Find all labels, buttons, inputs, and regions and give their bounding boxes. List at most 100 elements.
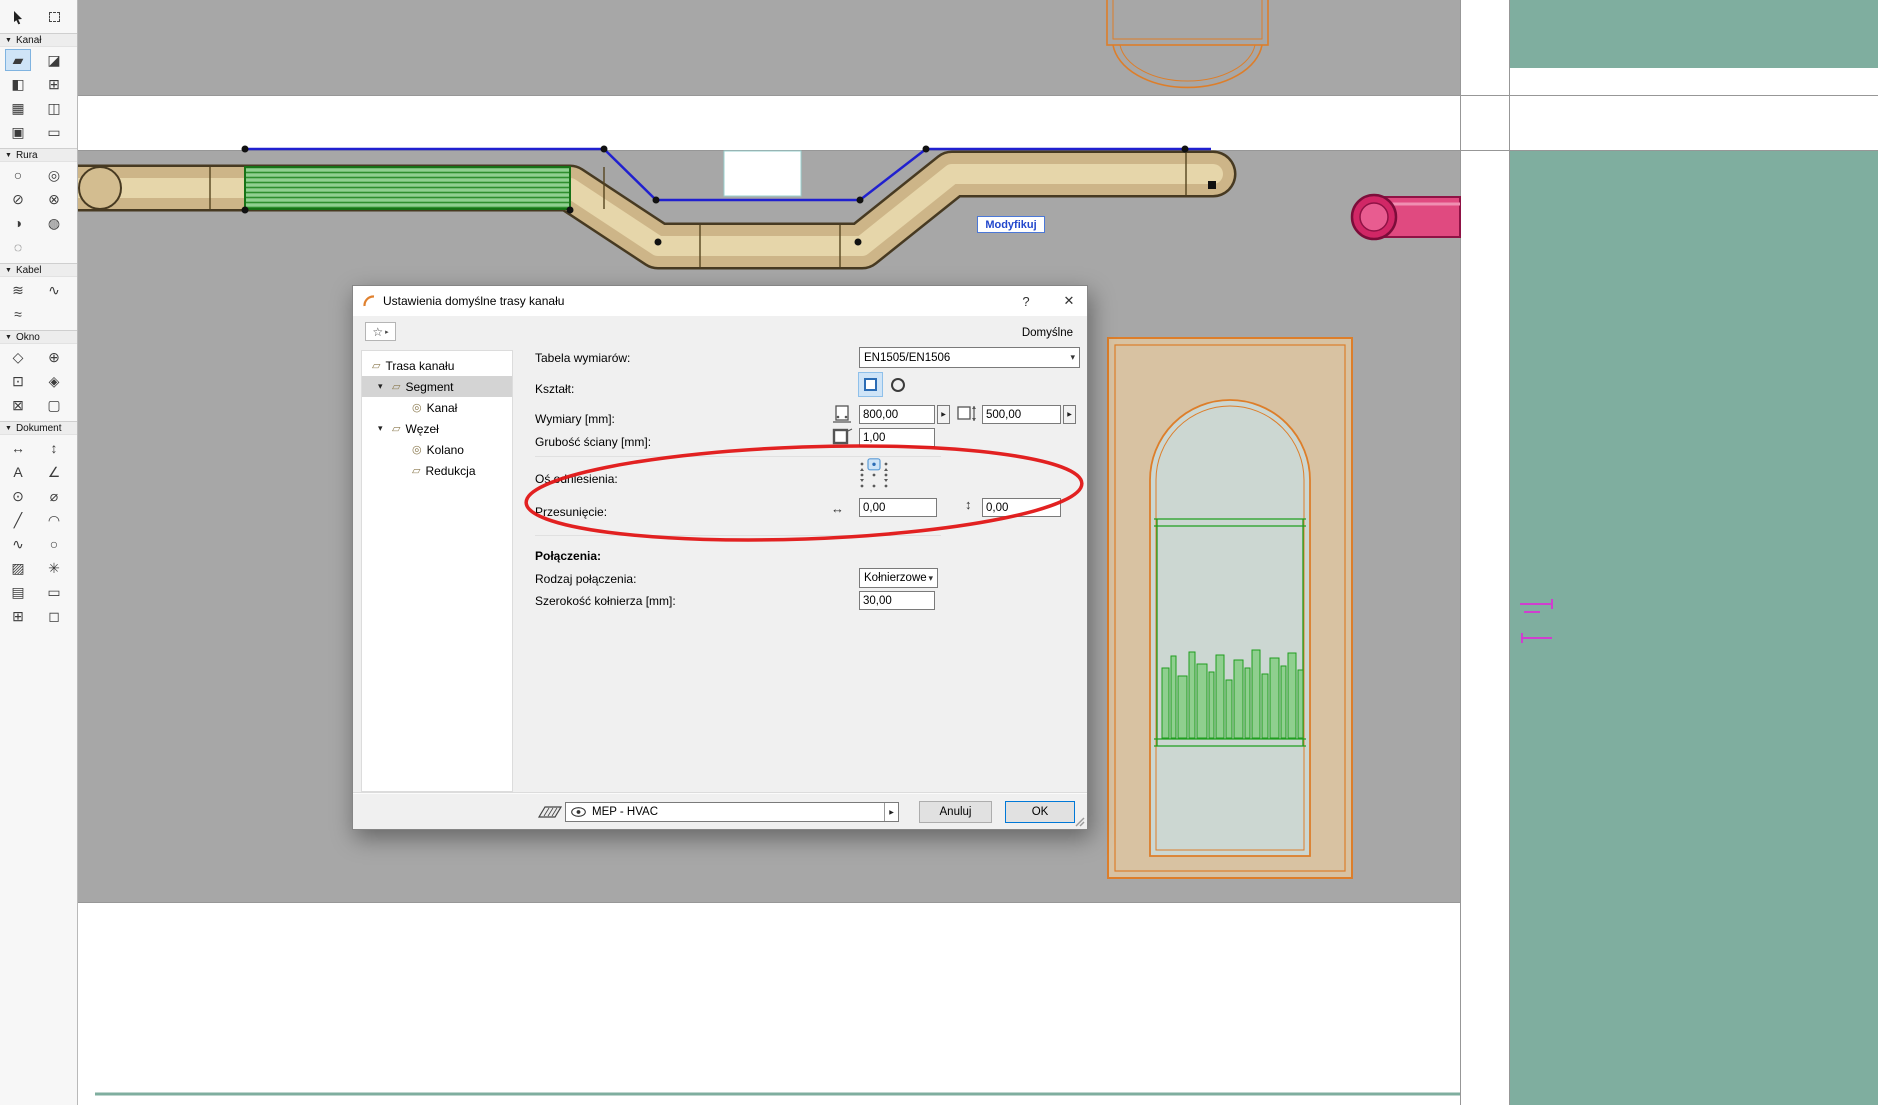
width-input[interactable] (859, 405, 935, 424)
section-kanal[interactable]: ▼ Kanał (0, 33, 77, 47)
resize-grip[interactable] (1074, 816, 1085, 827)
zone-tool-icon[interactable]: ▤ (5, 581, 31, 603)
cancel-button[interactable]: Anuluj (919, 801, 992, 823)
tree-item-wezel[interactable]: ▾ ▱ Węzeł (362, 418, 512, 439)
level-dimension-tool-icon[interactable]: ↕ (41, 437, 67, 459)
fill-tool-icon[interactable]: ▨ (5, 557, 31, 579)
duct-cross-tool-icon[interactable]: ▦ (5, 97, 31, 119)
pipe-transition-tool-icon[interactable]: ◑ (5, 212, 31, 234)
line-tool-icon[interactable]: ╱ (5, 509, 31, 531)
viewport-top[interactable] (78, 0, 1460, 95)
width-flyout-button[interactable]: ▶ (937, 405, 950, 424)
duct-width-icon (833, 405, 851, 423)
angle-dimension-tool-icon[interactable]: ∠ (41, 461, 67, 483)
text-tool-icon[interactable]: A (5, 461, 31, 483)
magenta-pipe[interactable] (1350, 193, 1461, 241)
layer-combo[interactable]: MEP - HVAC ▶ (565, 802, 899, 822)
patch-tool-icon[interactable]: ◻ (41, 605, 67, 627)
duct-transition-tool-icon[interactable]: ◫ (41, 97, 67, 119)
pipe-tool-icon[interactable]: ○ (5, 164, 31, 186)
duct-tool-icon[interactable]: ▰ (5, 49, 31, 71)
cabletray-riser-tool-icon[interactable]: ≈ (5, 303, 31, 325)
toolbox-sidebar: ▼ Kanał ▰ ◪ ◧ ⊞ ▦ ◫ ▣ ▭ ▼ Rura ○ ◎ ⊘ ⊗ ◑… (0, 0, 78, 1105)
tree-item-segment[interactable]: ▾ ▱ Segment (362, 376, 512, 397)
pipe-end-fitting[interactable] (78, 166, 122, 210)
reference-axis-selector[interactable] (855, 458, 893, 492)
star-tool-icon[interactable]: ✳ (41, 557, 67, 579)
wall-thickness-input[interactable] (859, 428, 935, 447)
pipe-takeoff-tool-icon[interactable]: ⊗ (41, 188, 67, 210)
chevron-down-icon: ▼ (5, 266, 12, 274)
shape-label: Kształt: (535, 382, 575, 396)
pipe-endcap-tool-icon[interactable]: ◌ (5, 236, 31, 258)
cursor-icon (14, 10, 22, 24)
chevron-down-icon: ▼ (5, 424, 12, 432)
duct-takeoff-tool-icon[interactable]: ⊞ (41, 73, 67, 95)
selected-duct-segment[interactable] (244, 166, 571, 210)
figure-tool-icon[interactable]: ▭ (41, 581, 67, 603)
height-flyout-button[interactable]: ▶ (1063, 405, 1076, 424)
pipe-valve-tool-icon[interactable]: ◍ (41, 212, 67, 234)
expand-arrow-icon[interactable]: ▾ (378, 381, 383, 392)
section-rura[interactable]: ▼ Rura (0, 148, 77, 162)
height-input[interactable] (982, 405, 1061, 424)
ok-button[interactable]: OK (1005, 801, 1075, 823)
vertical-offset-icon: ↕ (965, 497, 972, 512)
section-okno[interactable]: ▼ Okno (0, 330, 77, 344)
door-elevation[interactable] (1107, 337, 1353, 879)
dimension-tool-icon[interactable]: ↔ (5, 437, 31, 459)
selection-box[interactable] (723, 150, 802, 197)
section-dokument[interactable]: ▼ Dokument (0, 421, 77, 435)
arc-tool-icon[interactable]: ◠ (41, 509, 67, 531)
footer-separator (353, 792, 1087, 794)
pipe-bend-tool-icon[interactable]: ◎ (41, 164, 67, 186)
duct-route-icon: ▱ (372, 360, 381, 372)
cabletray-tool-icon[interactable]: ≋ (5, 279, 31, 301)
dimension-table-select[interactable]: EN1505/EN1506 ▾ (859, 347, 1080, 368)
favorites-button[interactable]: ☆ ▸ (365, 322, 396, 341)
wall-thickness-icon (832, 428, 853, 445)
duct-bend-tool-icon[interactable]: ◪ (41, 49, 67, 71)
right-panel-top[interactable] (1510, 0, 1878, 68)
offset-y-input[interactable] (982, 498, 1061, 517)
sketch-tool-icon[interactable]: ⊠ (5, 394, 31, 416)
pipe-tee-tool-icon[interactable]: ⊘ (5, 188, 31, 210)
expand-arrow-icon[interactable]: ▾ (378, 423, 383, 434)
camera-tool-icon[interactable]: ▢ (41, 394, 67, 416)
right-panel-main[interactable] (1510, 150, 1878, 1105)
reference-axis-label: Oś odniesienia: (535, 472, 618, 486)
flange-width-input[interactable] (859, 591, 935, 610)
circle-shape-button[interactable] (886, 373, 909, 396)
section-kabel[interactable]: ▼ Kabel (0, 263, 77, 277)
detail-tool-icon[interactable]: ◈ (41, 370, 67, 392)
marquee-tool-icon[interactable] (41, 6, 67, 28)
duct-offset-tool-icon[interactable]: ▣ (5, 121, 31, 143)
connection-type-select[interactable]: Kołnierzowe ▾ (859, 568, 938, 588)
dialog-titlebar[interactable]: Ustawienia domyślne trasy kanału ? ✕ (353, 286, 1087, 316)
tree-item-redukcja[interactable]: ▱ Redukcja (362, 460, 512, 481)
hotspot-tool-icon[interactable]: ⊡ (5, 370, 31, 392)
layer-flyout-icon[interactable]: ▶ (884, 803, 898, 821)
duct-endcap-tool-icon[interactable]: ▭ (41, 121, 67, 143)
tree-item-kolano[interactable]: ◎ Kolano (362, 439, 512, 460)
tree-item-trasa-kanalu[interactable]: ▱ Trasa kanału (362, 355, 512, 376)
diameter-dimension-tool-icon[interactable]: ⌀ (41, 485, 67, 507)
application-window: Modyfikuj ▼ Kanał ▰ ◪ ◧ ⊞ ▦ ◫ ▣ ▭ ▼ Rura… (0, 0, 1878, 1105)
tree-item-kanal[interactable]: ◎ Kanał (362, 397, 512, 418)
help-button[interactable]: ? (1008, 286, 1044, 316)
grid-marker-tool-icon[interactable]: ◇ (5, 346, 31, 368)
duct-tee-tool-icon[interactable]: ◧ (5, 73, 31, 95)
star-icon: ☆ (372, 324, 384, 339)
arrow-tool-icon[interactable] (5, 6, 31, 28)
rect-shape-button[interactable] (858, 372, 883, 397)
label-tool-icon[interactable]: ⊙ (5, 485, 31, 507)
modify-button[interactable]: Modyfikuj (977, 216, 1045, 233)
offset-x-input[interactable] (859, 498, 937, 517)
spline-tool-icon[interactable]: ∿ (5, 533, 31, 555)
cabletray-bend-tool-icon[interactable]: ∿ (41, 279, 67, 301)
rotated-grid-tool-icon[interactable]: ⊕ (41, 346, 67, 368)
drawing-tool-icon[interactable]: ⊞ (5, 605, 31, 627)
circle-tool-icon[interactable]: ○ (41, 533, 67, 555)
settings-tree: ▱ Trasa kanału ▾ ▱ Segment ◎ Kanał ▾ ▱ W… (361, 350, 513, 792)
close-button[interactable]: ✕ (1051, 286, 1087, 316)
